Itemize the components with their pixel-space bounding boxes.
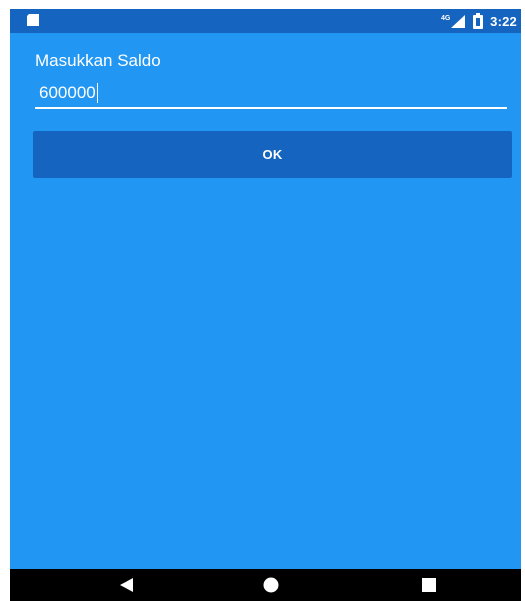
status-bar: 4G 3:22 bbox=[10, 9, 521, 33]
navigation-bar bbox=[10, 569, 521, 601]
signal-4g-icon: 4G bbox=[441, 15, 466, 28]
back-button[interactable] bbox=[107, 569, 147, 601]
home-button[interactable] bbox=[251, 569, 291, 601]
sd-card-icon bbox=[27, 14, 39, 26]
app-screen: 4G 3:22 Masukkan Saldo 600000 OK bbox=[10, 9, 521, 601]
saldo-label: Masukkan Saldo bbox=[35, 51, 161, 70]
saldo-input-value: 600000 bbox=[39, 83, 96, 102]
svg-text:4G: 4G bbox=[441, 15, 451, 22]
ok-button[interactable]: OK bbox=[33, 131, 512, 178]
recents-icon bbox=[422, 578, 436, 592]
recents-button[interactable] bbox=[409, 569, 449, 601]
home-icon bbox=[263, 577, 279, 593]
status-clock: 3:22 bbox=[490, 13, 517, 29]
back-icon bbox=[120, 578, 133, 592]
saldo-input-value-wrap: 600000 bbox=[39, 83, 99, 103]
saldo-input[interactable]: 600000 bbox=[35, 81, 507, 109]
text-cursor bbox=[96, 83, 99, 103]
battery-icon bbox=[473, 13, 484, 29]
status-icons: 4G 3:22 bbox=[440, 9, 517, 33]
